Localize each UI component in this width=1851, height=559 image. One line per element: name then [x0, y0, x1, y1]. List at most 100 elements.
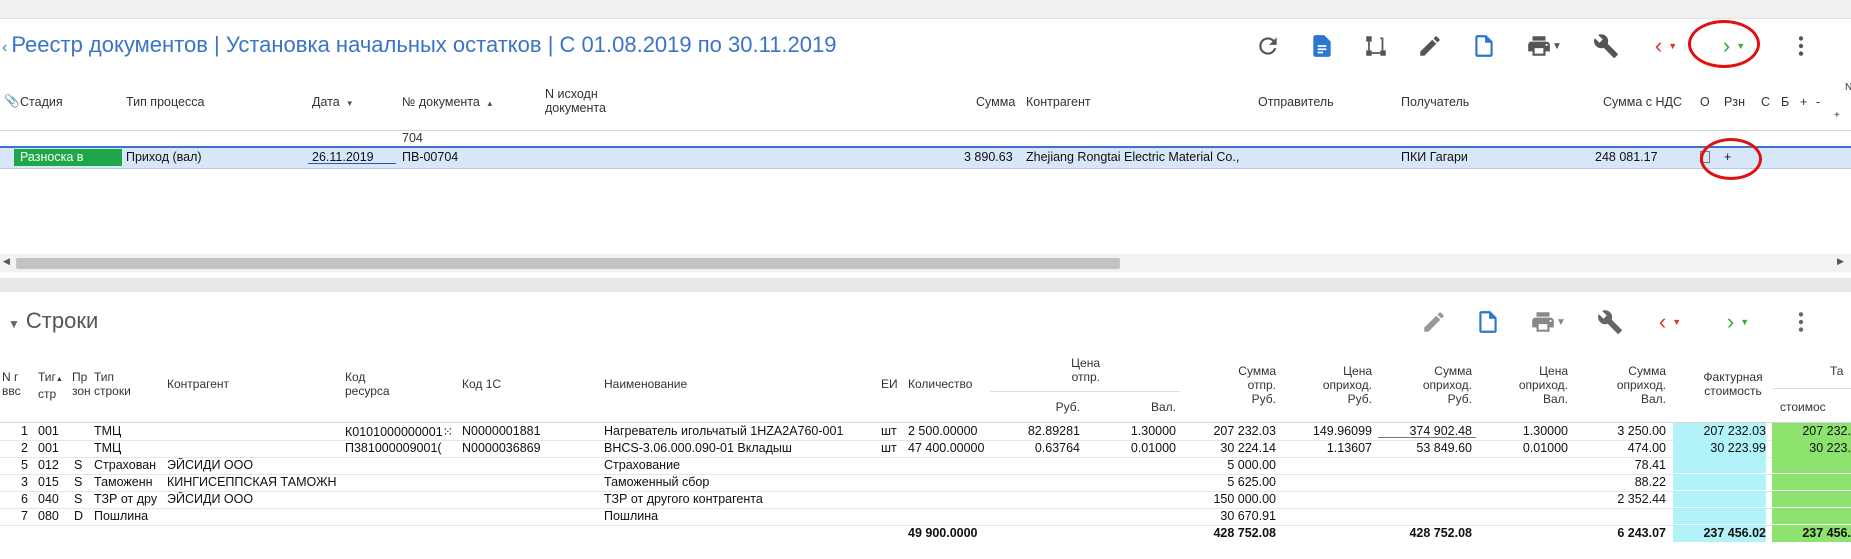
cell-sum-out: 30 224.14: [1220, 441, 1276, 455]
col-row-type[interactable]: Тип строки: [94, 370, 131, 398]
table-row[interactable]: 3 015 S Таможенн КИНГИСЕППСКАЯ ТАМОЖН Та…: [0, 474, 1851, 492]
col-sum-vat[interactable]: Сумма с НДС: [1603, 95, 1682, 109]
col-price-val[interactable]: Вал.: [1136, 400, 1176, 414]
chevron-down-icon: ▼: [1672, 317, 1682, 327]
cell-sum-out: 207 232.03: [1213, 424, 1276, 438]
col-price-in-rub[interactable]: Цена оприход. Руб.: [1300, 364, 1372, 406]
attachment-icon: 📎: [4, 94, 20, 108]
cell-n: 1: [21, 424, 28, 438]
col-n[interactable]: N: [1845, 82, 1851, 93]
workflow-icon: [1366, 36, 1386, 56]
scroll-left-icon[interactable]: ◀: [3, 256, 10, 267]
col-sum-in-val[interactable]: Сумма оприход. Вал.: [1594, 364, 1666, 406]
edit-button[interactable]: [1412, 28, 1448, 64]
prev-icon: ‹: [1654, 33, 1663, 58]
prev-button[interactable]: ‹ ▼: [1642, 28, 1690, 64]
col-pr[interactable]: Пр зон: [72, 370, 91, 398]
col-price-rub[interactable]: Руб.: [1040, 400, 1080, 414]
document-button[interactable]: [1304, 28, 1340, 64]
cell-price-in-val: 0.01000: [1522, 441, 1568, 455]
lines-prev-button[interactable]: ‹ ▼: [1646, 304, 1694, 340]
collapse-caret-icon[interactable]: ‹: [2, 39, 7, 56]
col-n[interactable]: N г ввс: [2, 370, 21, 398]
col-plus[interactable]: +: [1800, 95, 1807, 109]
col-orig-number[interactable]: N исходн документа: [545, 87, 606, 115]
cell-invoice: [1673, 474, 1766, 490]
cell-type: 080: [38, 509, 59, 523]
col-res-code[interactable]: Код ресурса: [345, 370, 390, 398]
col-name[interactable]: Наименование: [604, 377, 687, 391]
cell-name: ТЗР от другого контрагента: [604, 492, 763, 506]
cell-sum-in-rub: 374 902.48: [1409, 424, 1472, 438]
col-process-type[interactable]: Тип процесса: [126, 95, 204, 109]
table-row[interactable]: 2 001 ТМЦ П381000009001( N0000036869 BHC…: [0, 440, 1851, 458]
workflow-button[interactable]: [1358, 28, 1394, 64]
stage-badge: Разноска в: [14, 149, 122, 166]
col-plus-2[interactable]: +: [1834, 110, 1840, 121]
table-row[interactable]: Разноска в Приход (вал) 26.11.2019 ПВ-00…: [0, 146, 1851, 169]
header-divider: [990, 391, 1180, 392]
col-stage[interactable]: Стадия: [20, 95, 63, 109]
col-b[interactable]: Б: [1781, 95, 1789, 109]
table-row[interactable]: 6 040 S ТЗР от дру ЭЙСИДИ ООО ТЗР от дру…: [0, 491, 1851, 509]
col-rzn[interactable]: Рзн: [1724, 95, 1745, 109]
new-document-button[interactable]: [1466, 28, 1502, 64]
lines-next-button[interactable]: › ▼: [1714, 304, 1762, 340]
scroll-right-icon[interactable]: ▶: [1837, 256, 1844, 267]
col-price-in-val[interactable]: Цена оприход. Вал.: [1496, 364, 1568, 406]
filter-doc-number[interactable]: 704: [402, 131, 423, 145]
lines-more-button[interactable]: [1783, 304, 1819, 340]
prev-icon: ‹: [1658, 309, 1667, 334]
cell-type: 015: [38, 475, 59, 489]
cell-counterparty: Zhejiang Rongtai Electric Material Co.,: [1026, 150, 1240, 164]
col-date[interactable]: Дата: [312, 95, 354, 109]
cell-row-type: Пошлина: [94, 509, 149, 523]
col-sum-in-rub[interactable]: Сумма оприход. Руб.: [1400, 364, 1472, 406]
col-minus[interactable]: -: [1816, 95, 1820, 109]
col-unit[interactable]: ЕИ: [881, 377, 898, 391]
col-type[interactable]: Тиг▲ стр: [38, 370, 63, 401]
sum-underline: [1378, 437, 1476, 438]
scrollbar-thumb[interactable]: [16, 258, 1120, 269]
lines-new-document-button[interactable]: [1470, 304, 1506, 340]
total-sum-in-val: 6 243.07: [1617, 526, 1666, 540]
cell-pr: D: [74, 509, 84, 523]
refresh-button[interactable]: [1250, 28, 1286, 64]
col-s[interactable]: С: [1761, 95, 1770, 109]
cell-sum-in-val: 88.22: [1634, 475, 1666, 489]
lines-print-button[interactable]: ▼: [1524, 304, 1572, 340]
cell-ta: [1772, 491, 1851, 507]
col-o[interactable]: О: [1700, 95, 1710, 109]
chevron-down-icon: ▼: [1740, 317, 1750, 327]
collapse-arrow-icon[interactable]: ▼: [8, 317, 20, 331]
table-row[interactable]: 1 001 ТМЦ К0101000000001⁙ N0000001881 На…: [0, 423, 1851, 441]
lines-settings-button[interactable]: [1592, 304, 1628, 340]
col-sum[interactable]: Сумма: [976, 95, 1015, 109]
documents-filter-row: 704: [0, 130, 1851, 146]
settings-button[interactable]: [1588, 28, 1624, 64]
col-ta[interactable]: Та: [1830, 364, 1843, 378]
total-qty: 49 900.0000: [908, 526, 978, 540]
section-divider[interactable]: [0, 278, 1851, 292]
print-button[interactable]: ▼: [1520, 28, 1568, 64]
col-doc-number[interactable]: № документа: [402, 95, 494, 109]
cell-n: 7: [21, 509, 28, 523]
col-qty[interactable]: Количество: [908, 377, 972, 391]
table-row[interactable]: 5 012 S Страхован ЭЙСИДИ ООО Страхование…: [0, 457, 1851, 475]
col-sender[interactable]: Отправитель: [1258, 95, 1334, 109]
more-button[interactable]: [1783, 28, 1819, 64]
col-receiver[interactable]: Получатель: [1401, 95, 1469, 109]
cell-sum-in-val: 3 250.00: [1617, 424, 1666, 438]
col-counterparty[interactable]: Контрагент: [1026, 95, 1091, 109]
col-invoice[interactable]: Фактурная стоимость: [1698, 370, 1768, 398]
print-icon: [1532, 312, 1554, 332]
lines-section-title[interactable]: ▼ Строки: [8, 308, 98, 334]
col-code1c[interactable]: Код 1С: [462, 377, 501, 391]
col-price-out[interactable]: Цена отпр.: [1040, 356, 1100, 384]
table-row[interactable]: 7 080 D Пошлина Пошлина 30 670.91: [0, 508, 1851, 526]
col-sum-out[interactable]: Сумма отпр. Руб.: [1212, 364, 1276, 406]
col-ta-2[interactable]: стоимос: [1780, 400, 1826, 414]
col-counterparty[interactable]: Контрагент: [167, 377, 229, 391]
lines-edit-button[interactable]: [1416, 304, 1452, 340]
page-title: ‹ Реестр документов | Установка начальных…: [2, 32, 836, 58]
